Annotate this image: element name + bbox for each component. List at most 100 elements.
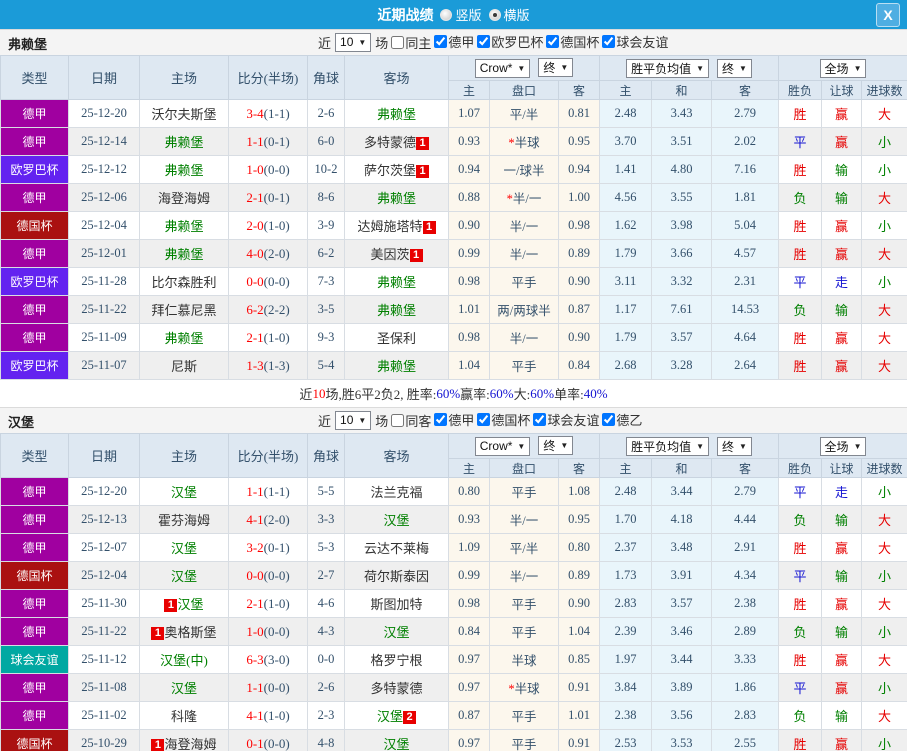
half-time-score: (0-0)	[263, 567, 290, 583]
league-checkbox[interactable]: 球会友谊	[533, 410, 599, 429]
col-header-crow-home: 主	[448, 80, 490, 100]
away-team: 云达不莱梅	[344, 533, 449, 562]
handicap-text: 半/一	[509, 570, 539, 584]
col-header-avg-draw: 和	[651, 458, 712, 478]
same-venue-checkbox-input[interactable]	[391, 413, 405, 427]
bookmaker-select[interactable]: Crow* ▼	[474, 58, 531, 78]
near-label: 近	[318, 413, 332, 429]
handicap-line: 半/一	[489, 505, 559, 534]
league-checkbox[interactable]: 德乙	[602, 410, 642, 429]
close-button[interactable]: X	[876, 3, 900, 27]
match-type-badge: 德国杯	[0, 561, 69, 590]
full-time-score: 1-1	[246, 679, 264, 695]
league-checkbox[interactable]: 欧罗巴杯	[477, 32, 543, 51]
match-date: 25-11-02	[68, 701, 140, 730]
match-filter: 近 10 ▼ 场 同主 德甲 欧罗巴杯 德国杯 球会友谊	[318, 32, 668, 52]
results-table: 类型 日期 主场 比分(半场) 角球 客场 Crow* ▼ 终 ▼ 胜平负均值 …	[0, 55, 907, 380]
same-venue-checkbox-input[interactable]	[391, 35, 405, 49]
corner-count: 9-3	[307, 323, 345, 352]
goals-result: 小	[861, 127, 907, 156]
match-type-badge: 德甲	[0, 617, 69, 646]
same-venue-checkbox[interactable]: 同主	[391, 33, 431, 52]
same-venue-checkbox[interactable]: 同客	[391, 411, 431, 430]
league-checkbox[interactable]: 德甲	[434, 32, 474, 51]
results-table: 类型 日期 主场 比分(半场) 角球 客场 Crow* ▼ 终 ▼ 胜平负均值 …	[0, 433, 907, 751]
match-date: 25-11-22	[68, 295, 140, 324]
avg-draw-odds: 3.46	[651, 617, 712, 646]
league-checkbox-input[interactable]	[602, 35, 616, 48]
away-team-name: 汉堡	[383, 737, 410, 751]
league-checkbox-input[interactable]	[533, 413, 547, 426]
avg-home-odds: 3.84	[599, 673, 652, 702]
home-team: 汉堡	[139, 673, 229, 702]
radio-vertical[interactable]: 竖版	[440, 5, 482, 24]
goals-result: 小	[861, 155, 907, 184]
match-type-badge: 德国杯	[0, 211, 69, 240]
half-time-score: (1-0)	[263, 329, 290, 345]
away-team: 圣保利	[344, 323, 449, 352]
summary-line: 近 10 场,胜6平2负2, 胜率: 60% 赢率: 60% 大: 60% 单率: 40%	[0, 380, 907, 407]
handicap-text: 半球	[511, 654, 537, 668]
full-time-score: 4-1	[246, 511, 264, 527]
final-odds-select[interactable]: 终 ▼	[538, 436, 574, 456]
radio-horizontal-label: 横版	[503, 8, 530, 23]
avg-odds-select[interactable]: 胜平负均值 ▼	[626, 58, 709, 78]
avg-odds-select[interactable]: 胜平负均值 ▼	[626, 436, 709, 456]
summary-part: 40%	[583, 385, 608, 401]
scope-select[interactable]: 全场 ▼	[819, 58, 867, 78]
away-team-name: 云达不莱梅	[363, 541, 429, 556]
league-checkbox[interactable]: 德甲	[434, 410, 474, 429]
goals-result: 大	[861, 533, 907, 562]
league-checkbox[interactable]: 球会友谊	[602, 32, 668, 51]
handicap-text: 平手	[511, 710, 537, 724]
bookmaker-select[interactable]: Crow* ▼	[474, 436, 531, 456]
final-odds-select[interactable]: 终 ▼	[538, 58, 574, 78]
match-date: 25-11-09	[68, 323, 140, 352]
away-team: 多特蒙德	[344, 673, 449, 702]
match-score: 3-2(0-1)	[228, 533, 308, 562]
away-team: 荷尔斯泰因	[344, 561, 449, 590]
radio-horizontal[interactable]: 横版	[488, 5, 530, 24]
league-checkbox-input[interactable]	[434, 35, 448, 48]
recent-count-select[interactable]: 10 ▼	[335, 32, 372, 52]
avg-home-odds: 2.48	[599, 477, 652, 506]
match-row: 德甲 25-11-30 1 汉堡 2-1(1-0) 4-6 斯图加特 0.98 平手 0.90 2.…	[0, 589, 907, 618]
league-checkbox-input[interactable]	[602, 413, 616, 426]
col-header-corner: 角球	[307, 433, 345, 478]
final-avg-select[interactable]: 终 ▼	[717, 58, 752, 78]
league-checkbox-input[interactable]	[477, 35, 491, 48]
goals-result: 小	[861, 617, 907, 646]
crow-away-odds: 0.95	[558, 505, 600, 534]
full-time-score: 3-2	[246, 539, 264, 555]
avg-home-odds: 1.79	[599, 239, 652, 268]
crow-select-cell: Crow* ▼ 终 ▼	[448, 433, 600, 459]
league-checkbox-input[interactable]	[546, 35, 560, 48]
league-checkbox[interactable]: 德国杯	[546, 32, 599, 51]
recent-count-select[interactable]: 10 ▼	[335, 410, 372, 430]
bookmaker-select-value: Crow*	[479, 439, 513, 454]
crow-home-odds: 1.07	[448, 99, 490, 128]
summary-part: 赢率:	[460, 387, 490, 402]
match-result: 负	[778, 617, 823, 646]
half-time-score: (0-0)	[263, 273, 290, 289]
avg-odds-select-value: 胜平负均值	[631, 439, 692, 454]
league-checkbox[interactable]: 德国杯	[477, 410, 530, 429]
full-time-score: 2-1	[246, 329, 264, 345]
red-card-badge: 1	[409, 249, 423, 262]
crow-home-odds: 0.93	[448, 127, 490, 156]
scope-select[interactable]: 全场 ▼	[819, 436, 867, 456]
league-checkbox-input[interactable]	[477, 413, 491, 426]
corner-count: 2-7	[307, 561, 345, 590]
col-header-crow-home: 主	[448, 458, 490, 478]
handicap-result: 赢	[821, 673, 863, 702]
match-row: 球会友谊 25-11-12 汉堡(中) 6-3(3-0) 0-0 格罗宁根 0.97 半球 0.…	[0, 645, 907, 674]
final-avg-select[interactable]: 终 ▼	[717, 436, 752, 456]
summary-part: 60%	[436, 385, 461, 401]
league-checkbox-input[interactable]	[434, 413, 448, 426]
handicap-text: 平手	[511, 738, 537, 751]
away-team: 达姆施塔特 1	[344, 211, 449, 240]
match-result: 平	[778, 561, 823, 590]
match-row: 德甲 25-11-22 拜仁慕尼黑 6-2(2-2) 3-5 弗赖堡 1.01 两/两球半 0.…	[0, 295, 907, 324]
half-time-score: (2-0)	[263, 245, 290, 261]
crow-home-odds: 1.01	[448, 295, 490, 324]
